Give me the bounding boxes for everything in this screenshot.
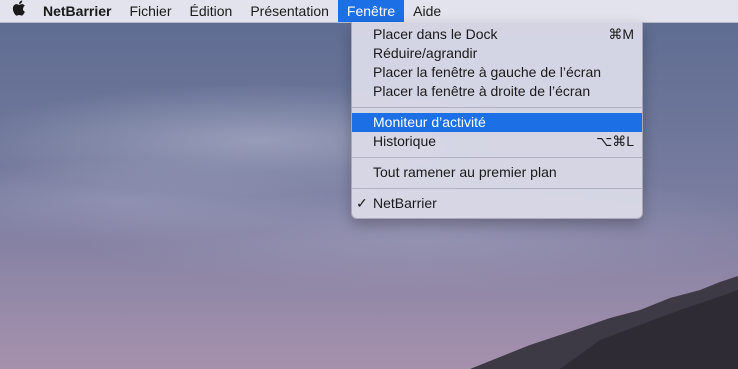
menu-aide[interactable]: Aide bbox=[404, 0, 450, 22]
menu-presentation[interactable]: Présentation bbox=[241, 0, 338, 22]
menu-item-reduire-agrandir[interactable]: Réduire/agrandir bbox=[352, 44, 642, 63]
apple-logo-icon bbox=[12, 0, 26, 22]
menu-item-label: Tout ramener au premier plan bbox=[373, 164, 557, 180]
menu-item-label: Placer la fenêtre à gauche de l’écran bbox=[373, 64, 602, 80]
menu-bar: NetBarrier Fichier Édition Présentation … bbox=[0, 0, 738, 23]
menu-item-fenetre-gauche[interactable]: Placer la fenêtre à gauche de l’écran bbox=[352, 63, 642, 82]
menu-fenetre[interactable]: Fenêtre bbox=[337, 0, 405, 22]
menu-separator bbox=[352, 157, 642, 158]
menu-separator bbox=[352, 188, 642, 189]
menu-item-label: Réduire/agrandir bbox=[373, 45, 478, 61]
apple-menu[interactable] bbox=[0, 0, 34, 22]
menu-item-historique[interactable]: Historique ⌥⌘L bbox=[352, 132, 642, 151]
menu-item-label: Placer la fenêtre à droite de l’écran bbox=[373, 83, 591, 99]
menu-item-tout-ramener[interactable]: Tout ramener au premier plan bbox=[352, 163, 642, 182]
menu-item-label: Moniteur d’activité bbox=[373, 114, 486, 130]
menu-item-label: Placer dans le Dock bbox=[373, 26, 498, 42]
menu-item-fenetre-droite[interactable]: Placer la fenêtre à droite de l’écran bbox=[352, 82, 642, 101]
menu-item-netbarrier-window[interactable]: ✓ NetBarrier bbox=[352, 194, 642, 213]
menu-item-placer-dans-le-dock[interactable]: Placer dans le Dock ⌘M bbox=[352, 25, 642, 44]
menu-separator bbox=[352, 107, 642, 108]
menu-item-moniteur-activite[interactable]: Moniteur d’activité bbox=[352, 113, 642, 132]
menu-item-shortcut: ⌥⌘L bbox=[596, 133, 634, 149]
menu-item-label: Historique bbox=[373, 133, 437, 149]
menu-edition[interactable]: Édition bbox=[181, 0, 242, 22]
window-menu-dropdown: Placer dans le Dock ⌘M Réduire/agrandir … bbox=[351, 22, 643, 219]
checkmark-icon: ✓ bbox=[356, 195, 368, 211]
menu-app-netbarrier[interactable]: NetBarrier bbox=[34, 0, 120, 22]
menu-fichier[interactable]: Fichier bbox=[120, 0, 180, 22]
menu-item-shortcut: ⌘M bbox=[608, 26, 634, 42]
menu-item-label: NetBarrier bbox=[373, 195, 437, 211]
